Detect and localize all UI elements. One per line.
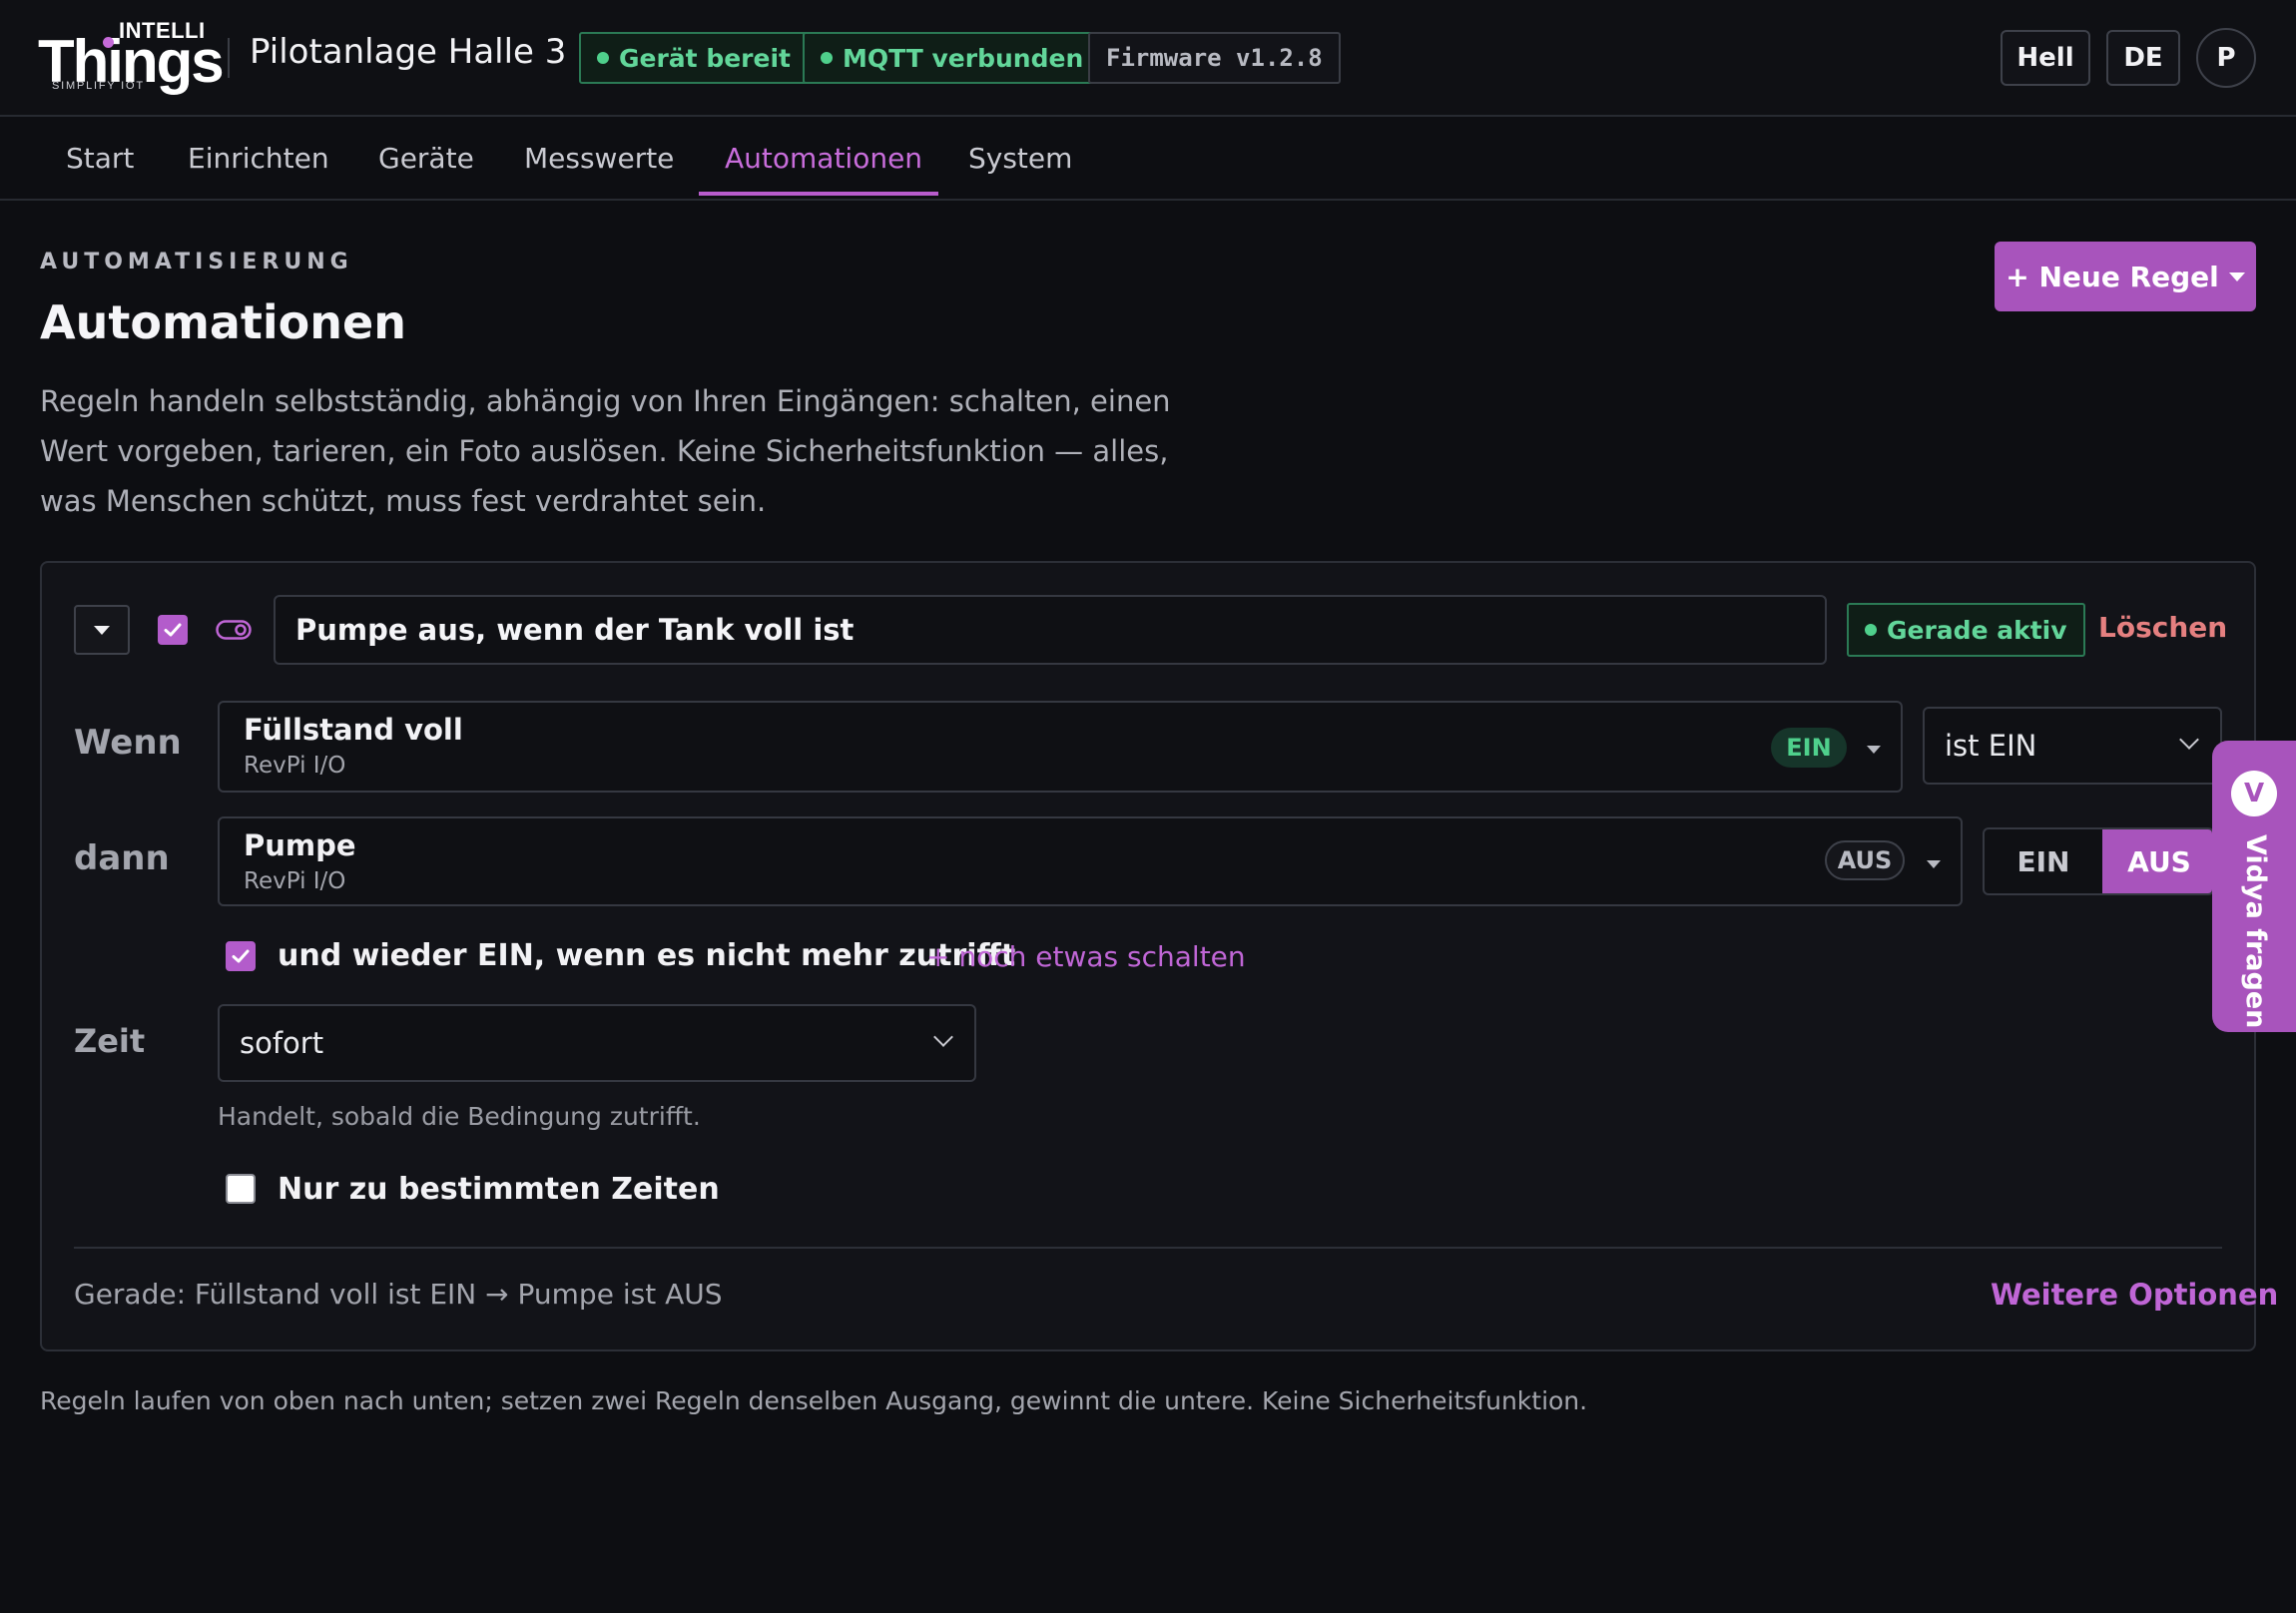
condition-value: ist EIN <box>1945 729 2037 763</box>
action-output-source: RevPi I/O <box>244 868 346 894</box>
then-label: dann <box>74 838 170 878</box>
assistant-label: Vidya fragen <box>2240 834 2271 1029</box>
new-rule-button[interactable]: + Neue Regel <box>1995 242 2256 311</box>
footer-note: Regeln laufen von oben nach unten; setze… <box>40 1386 1588 1415</box>
main-nav: Start Einrichten Geräte Messwerte Automa… <box>0 117 2296 201</box>
status-dot-icon <box>1865 624 1877 636</box>
condition-select[interactable]: ist EIN <box>1923 707 2222 785</box>
time-label: Zeit <box>74 1022 146 1060</box>
action-output-name: Pumpe <box>244 828 356 862</box>
tab-messwerte[interactable]: Messwerte <box>524 117 674 199</box>
tab-einrichten[interactable]: Einrichten <box>188 117 329 199</box>
more-options-link[interactable]: Weitere Optionen <box>1991 1278 2278 1312</box>
time-select[interactable]: sofort <box>218 1004 976 1082</box>
mqtt-status-label: MQTT verbunden <box>843 43 1084 73</box>
action-output-select[interactable]: Pumpe RevPi I/O AUS <box>218 816 1963 906</box>
caret-down-icon <box>1867 746 1881 754</box>
action-off-option[interactable]: AUS <box>2102 829 2212 893</box>
schedule-label: Nur zu bestimmten Zeiten <box>278 1172 720 1207</box>
check-icon <box>232 949 250 963</box>
chevron-down-icon <box>933 1027 953 1047</box>
action-on-option[interactable]: EIN <box>1985 829 2102 893</box>
assistant-avatar: V <box>2231 771 2277 816</box>
rule-status-line: Gerade: Füllstand voll ist EIN → Pumpe i… <box>74 1278 723 1311</box>
action-state-chip: AUS <box>1825 840 1905 880</box>
device-status-label: Gerät bereit <box>619 43 791 73</box>
active-tab-indicator <box>699 192 938 196</box>
caret-down-icon <box>2228 271 2245 281</box>
card-divider <box>74 1247 2222 1249</box>
logo-tagline: SIMPLIFY IOT <box>52 80 145 92</box>
assistant-tab[interactable]: V Vidya fragen <box>2212 741 2296 1032</box>
trigger-input-source: RevPi I/O <box>244 753 346 779</box>
delete-rule-button[interactable]: Löschen <box>2098 611 2227 644</box>
mqtt-status-badge: MQTT verbunden <box>803 32 1102 84</box>
collapse-rule-button[interactable] <box>74 605 130 655</box>
tab-start[interactable]: Start <box>66 117 134 199</box>
rule-name-input[interactable]: Pumpe aus, wenn der Tank voll ist <box>274 595 1827 665</box>
action-state-segmented: EIN AUS <box>1983 827 2214 895</box>
time-value: sofort <box>240 1026 324 1060</box>
language-button[interactable]: DE <box>2106 30 2180 86</box>
theme-toggle-button[interactable]: Hell <box>2001 30 2090 86</box>
tab-geraete[interactable]: Geräte <box>378 117 474 199</box>
top-bar: INTELLI Things SIMPLIFY IOT Pilotanlage … <box>0 0 2296 117</box>
page-eyebrow: AUTOMATISIERUNG <box>40 250 353 274</box>
rule-active-label: Gerade aktiv <box>1887 615 2067 645</box>
revert-checkbox[interactable] <box>226 941 256 971</box>
logo-dot <box>103 37 114 48</box>
chevron-down-icon <box>2179 730 2199 750</box>
toggle-icon[interactable] <box>216 618 252 642</box>
caret-down-icon <box>94 625 110 635</box>
add-action-link[interactable]: + noch etwas schalten <box>926 940 1246 973</box>
logo-divider <box>228 38 230 78</box>
rule-enabled-checkbox[interactable] <box>158 615 188 645</box>
schedule-checkbox[interactable] <box>226 1174 256 1204</box>
check-icon <box>164 623 182 637</box>
revert-label: und wieder EIN, wenn es nicht mehr zutri… <box>278 938 1016 973</box>
status-dot-icon <box>821 52 833 64</box>
status-dot-icon <box>597 52 609 64</box>
trigger-state-chip: EIN <box>1771 728 1847 768</box>
page-title: Automationen <box>40 295 406 349</box>
trigger-input-name: Füllstand voll <box>244 713 463 747</box>
user-avatar[interactable]: P <box>2196 28 2256 88</box>
firmware-label: Firmware v1.2.8 <box>1106 44 1323 72</box>
time-hint: Handelt, sobald die Bedingung zutrifft. <box>218 1102 701 1131</box>
rule-active-badge: Gerade aktiv <box>1847 603 2085 657</box>
caret-down-icon <box>1927 860 1941 868</box>
device-status-badge: Gerät bereit <box>579 32 809 84</box>
site-name: Pilotanlage Halle 3 <box>250 32 567 72</box>
firmware-badge: Firmware v1.2.8 <box>1088 32 1341 84</box>
when-label: Wenn <box>74 723 182 763</box>
trigger-input-select[interactable]: Füllstand voll RevPi I/O EIN <box>218 701 1903 793</box>
intellithings-logo[interactable]: INTELLI Things SIMPLIFY IOT <box>38 18 225 98</box>
new-rule-label: + Neue Regel <box>2006 260 2219 293</box>
tab-system[interactable]: System <box>968 117 1072 199</box>
tab-automationen[interactable]: Automationen <box>725 117 922 199</box>
page-description: Regeln handeln selbstständig, abhängig v… <box>40 384 1171 518</box>
